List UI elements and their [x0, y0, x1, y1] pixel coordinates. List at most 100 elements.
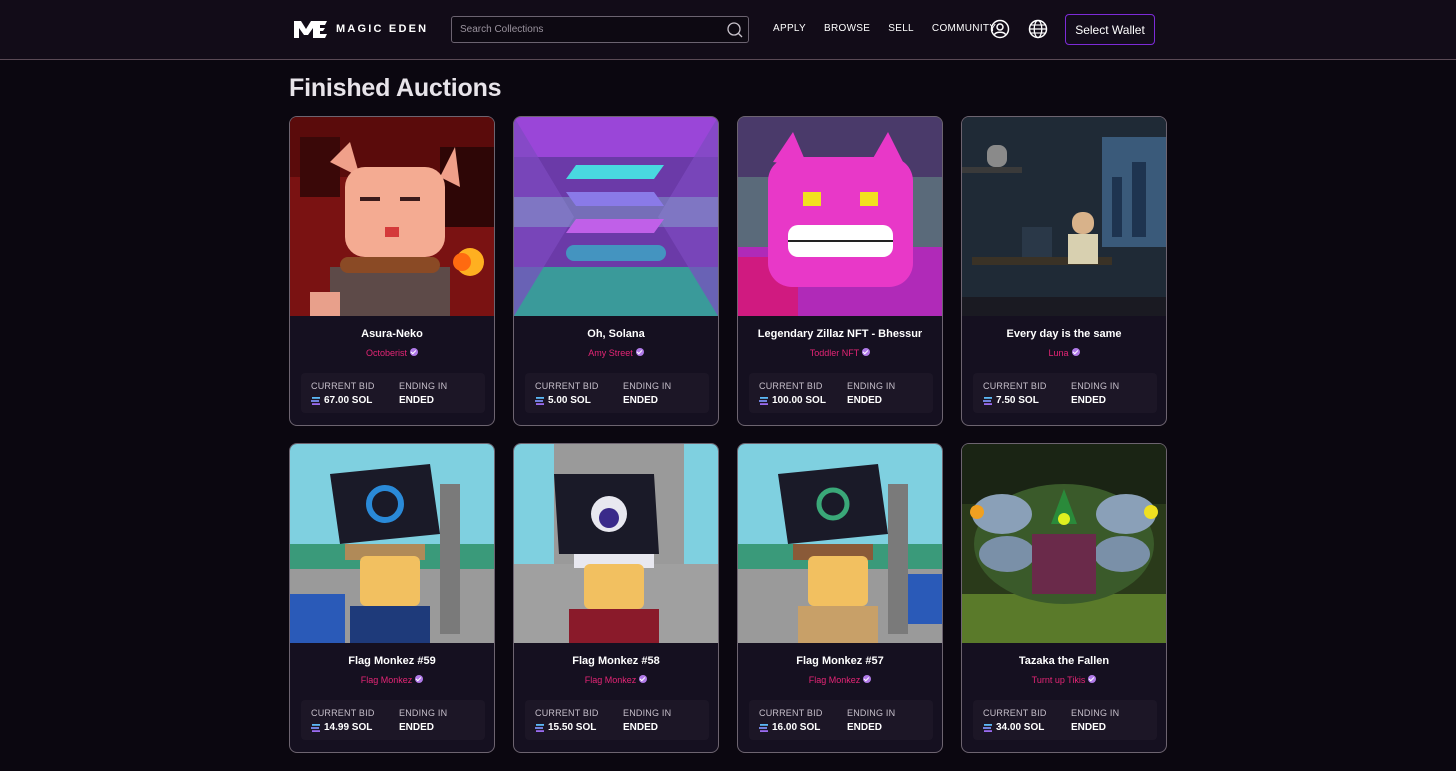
creator-name[interactable]: Luna [1048, 348, 1068, 358]
nft-image[interactable] [290, 117, 494, 316]
solana-icon [759, 396, 768, 405]
current-bid-value: 34.00 SOL [983, 722, 1044, 733]
creator-link[interactable]: Luna [962, 348, 1166, 358]
bid-info: CURRENT BID ENDING IN 100.00 SOL ENDED [749, 373, 933, 413]
verified-icon [415, 675, 424, 683]
nft-name[interactable]: Flag Monkez #58 [514, 655, 718, 667]
nft-image[interactable] [290, 444, 494, 643]
solana-icon [311, 723, 320, 732]
verified-icon [639, 675, 648, 683]
ending-in-label: ENDING IN [399, 708, 448, 718]
select-wallet-button[interactable]: Select Wallet [1065, 14, 1155, 45]
creator-name[interactable]: Turnt up Tikis [1032, 675, 1086, 685]
auction-card[interactable]: Every day is the same Luna CURRENT BID E… [961, 116, 1167, 426]
verified-icon [1071, 348, 1080, 356]
ending-status: ENDED [847, 722, 883, 733]
current-bid-value: 67.00 SOL [311, 395, 372, 406]
nft-name[interactable]: Flag Monkez #57 [738, 655, 942, 667]
globe-icon[interactable] [1028, 19, 1048, 39]
bid-info: CURRENT BID ENDING IN 15.50 SOL ENDED [525, 700, 709, 740]
nft-image[interactable] [514, 444, 718, 643]
current-bid-value: 5.00 SOL [535, 395, 591, 406]
nav-sell[interactable]: SELL [888, 23, 914, 34]
creator-name[interactable]: Amy Street [588, 348, 633, 358]
auction-card[interactable]: Legendary Zillaz NFT - Bhessur Toddler N… [737, 116, 943, 426]
verified-icon [862, 348, 871, 356]
user-icon[interactable] [990, 19, 1010, 39]
nft-image[interactable] [962, 444, 1166, 643]
creator-name[interactable]: Flag Monkez [809, 675, 861, 685]
auction-card[interactable]: Asura-Neko Octoberist CURRENT BID ENDING… [289, 116, 495, 426]
nft-name[interactable]: Flag Monkez #59 [290, 655, 494, 667]
page-title: Finished Auctions [289, 74, 502, 102]
ending-status: ENDED [623, 395, 659, 406]
ending-status: ENDED [1071, 722, 1107, 733]
solana-icon [535, 723, 544, 732]
nav-apply[interactable]: APPLY [773, 23, 806, 34]
bid-info: CURRENT BID ENDING IN 67.00 SOL ENDED [301, 373, 485, 413]
creator-name[interactable]: Flag Monkez [361, 675, 413, 685]
search-bar[interactable] [451, 16, 749, 43]
bid-info: CURRENT BID ENDING IN 7.50 SOL ENDED [973, 373, 1157, 413]
auction-card[interactable]: Tazaka the Fallen Turnt up Tikis CURRENT… [961, 443, 1167, 753]
nft-image[interactable] [738, 444, 942, 643]
current-bid-label: CURRENT BID [983, 381, 1047, 391]
creator-name[interactable]: Toddler NFT [810, 348, 860, 358]
main-nav: APPLY BROWSE SELL COMMUNITY [773, 23, 1014, 34]
auction-card[interactable]: Flag Monkez #59 Flag Monkez CURRENT BID … [289, 443, 495, 753]
current-bid-label: CURRENT BID [311, 381, 375, 391]
creator-name[interactable]: Octoberist [366, 348, 407, 358]
current-bid-value: 7.50 SOL [983, 395, 1039, 406]
current-bid-label: CURRENT BID [535, 381, 599, 391]
nft-image[interactable] [738, 117, 942, 316]
creator-link[interactable]: Octoberist [290, 348, 494, 358]
top-navbar: MAGIC EDEN APPLY BROWSE SELL COMMUNITY S… [0, 0, 1456, 60]
auction-card[interactable]: Flag Monkez #57 Flag Monkez CURRENT BID … [737, 443, 943, 753]
creator-name[interactable]: Flag Monkez [585, 675, 637, 685]
nft-name[interactable]: Every day is the same [962, 328, 1166, 340]
nav-community[interactable]: COMMUNITY [932, 23, 996, 34]
verified-icon [635, 348, 644, 356]
bid-info: CURRENT BID ENDING IN 14.99 SOL ENDED [301, 700, 485, 740]
current-bid-value: 14.99 SOL [311, 722, 372, 733]
creator-link[interactable]: Amy Street [514, 348, 718, 358]
current-bid-label: CURRENT BID [535, 708, 599, 718]
nft-name[interactable]: Tazaka the Fallen [962, 655, 1166, 667]
nft-name[interactable]: Oh, Solana [514, 328, 718, 340]
ending-status: ENDED [847, 395, 883, 406]
ending-in-label: ENDING IN [1071, 708, 1120, 718]
creator-link[interactable]: Flag Monkez [514, 675, 718, 685]
creator-link[interactable]: Toddler NFT [738, 348, 942, 358]
nft-image[interactable] [962, 117, 1166, 316]
ending-in-label: ENDING IN [1071, 381, 1120, 391]
magic-eden-logo[interactable]: MAGIC EDEN [292, 16, 428, 42]
current-bid-label: CURRENT BID [759, 381, 823, 391]
ending-status: ENDED [1071, 395, 1107, 406]
verified-icon [1088, 675, 1097, 683]
verified-icon [863, 675, 872, 683]
current-bid-value: 16.00 SOL [759, 722, 820, 733]
creator-link[interactable]: Flag Monkez [738, 675, 942, 685]
search-input[interactable] [452, 17, 726, 42]
bid-info: CURRENT BID ENDING IN 16.00 SOL ENDED [749, 700, 933, 740]
current-bid-label: CURRENT BID [311, 708, 375, 718]
solana-icon [311, 396, 320, 405]
ending-status: ENDED [399, 395, 435, 406]
nft-name[interactable]: Legendary Zillaz NFT - Bhessur [738, 328, 942, 340]
auction-card[interactable]: Flag Monkez #58 Flag Monkez CURRENT BID … [513, 443, 719, 753]
ending-in-label: ENDING IN [623, 381, 672, 391]
ending-in-label: ENDING IN [847, 708, 896, 718]
creator-link[interactable]: Turnt up Tikis [962, 675, 1166, 685]
search-icon[interactable] [726, 21, 744, 39]
solana-icon [759, 723, 768, 732]
nft-image[interactable] [514, 117, 718, 316]
current-bid-value: 15.50 SOL [535, 722, 596, 733]
bid-info: CURRENT BID ENDING IN 34.00 SOL ENDED [973, 700, 1157, 740]
ending-in-label: ENDING IN [399, 381, 448, 391]
bid-info: CURRENT BID ENDING IN 5.00 SOL ENDED [525, 373, 709, 413]
nav-browse[interactable]: BROWSE [824, 23, 870, 34]
nft-name[interactable]: Asura-Neko [290, 328, 494, 340]
creator-link[interactable]: Flag Monkez [290, 675, 494, 685]
auction-card[interactable]: Oh, Solana Amy Street CURRENT BID ENDING… [513, 116, 719, 426]
magic-eden-logo-icon [294, 21, 327, 38]
